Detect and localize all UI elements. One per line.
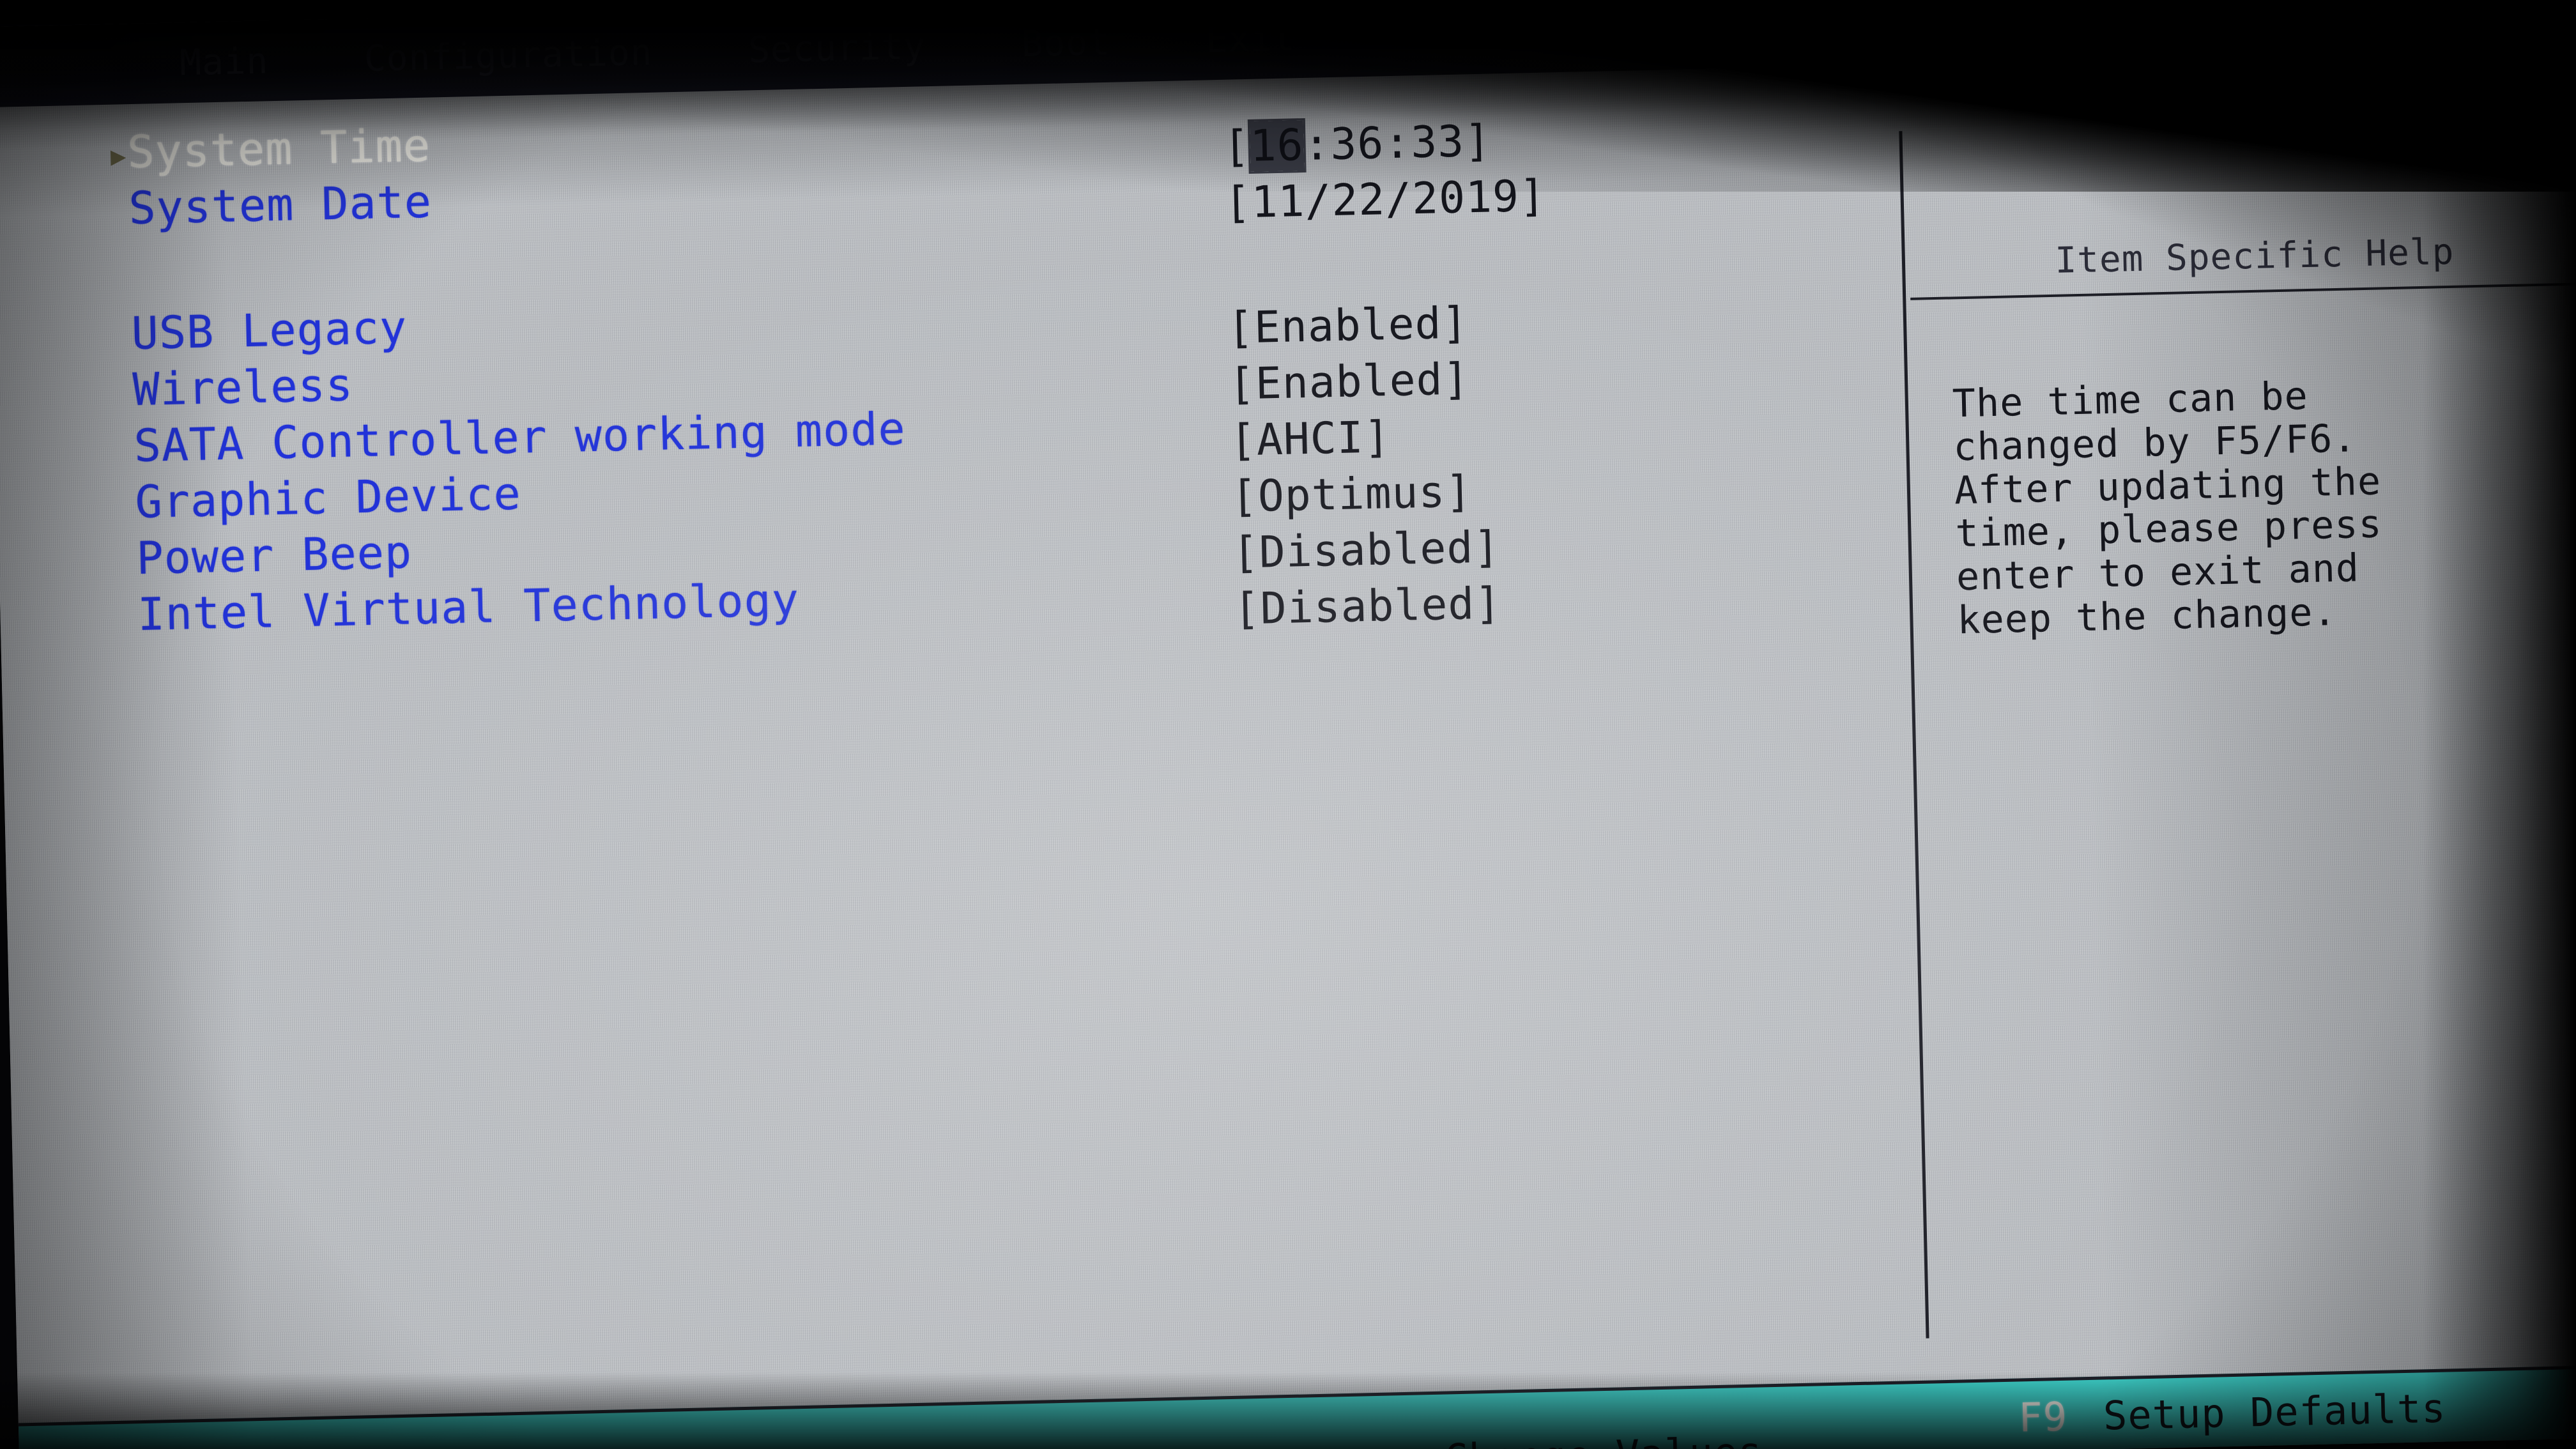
setting-label-power-beep: Power Beep: [135, 526, 413, 585]
settings-panel: ▸ System Time [16:36:33] System Date [11…: [0, 65, 1935, 1423]
bios-screen: Main Configuration Security Boot Exit ▸ …: [0, 0, 2576, 1449]
setting-label-wireless: Wireless: [132, 358, 354, 417]
monitor-bezel-bottom: [0, 1372, 2576, 1449]
bios-setup-utility: Main Configuration Security Boot Exit ▸ …: [0, 0, 2576, 1449]
setting-label-usb-legacy: USB Legacy: [130, 301, 408, 360]
photographed-screen: Main Configuration Security Boot Exit ▸ …: [0, 0, 2576, 1449]
monitor-bezel-right: [2423, 0, 2576, 1449]
setting-label-graphic-device: Graphic Device: [134, 467, 522, 529]
monitor-bezel-top: [0, 0, 2576, 192]
setting-value-intel-virtual-technology[interactable]: [Disabled]: [1233, 578, 1502, 634]
